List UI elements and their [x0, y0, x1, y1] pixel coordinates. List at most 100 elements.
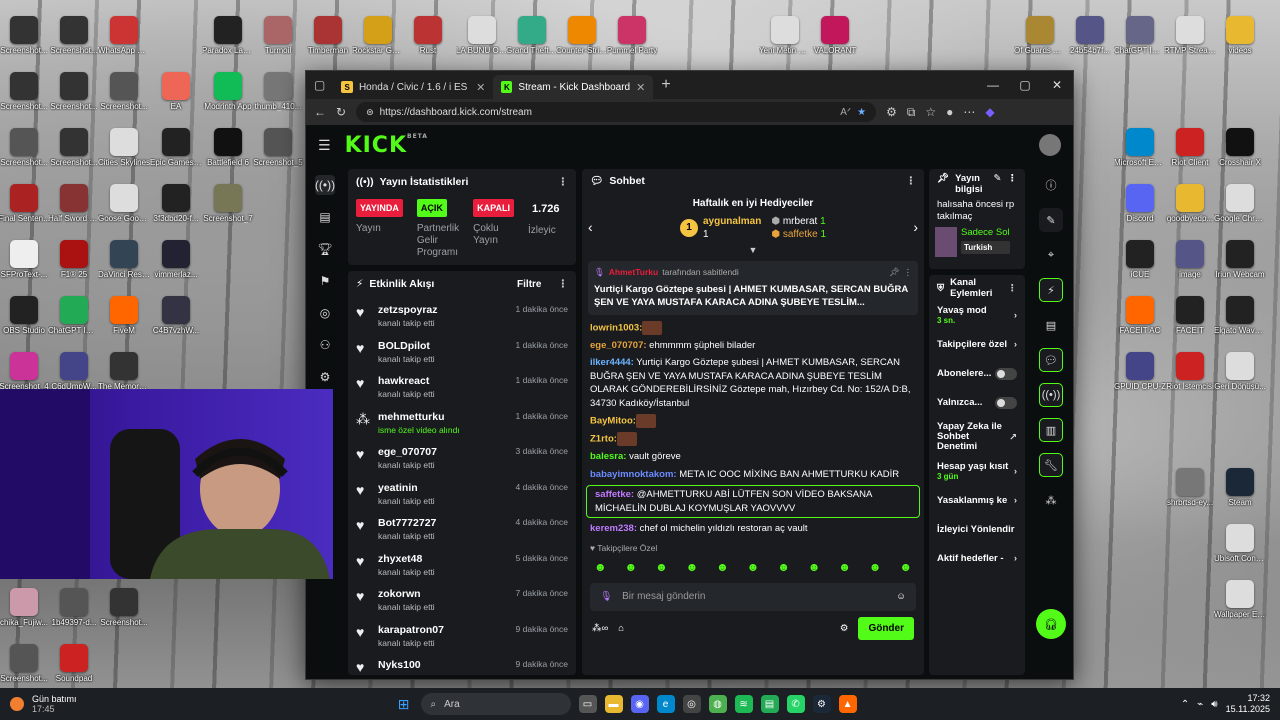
desktop-icon[interactable]: LA BUNU OKU — [456, 16, 508, 55]
desktop-icon[interactable]: Screenshot... — [48, 128, 100, 167]
copilot-icon[interactable]: ◆ — [985, 105, 994, 119]
desktop-icon[interactable]: RTMP Stream Server — [1164, 16, 1216, 55]
channel-actions-menu-icon[interactable]: ⋮ — [1008, 283, 1018, 294]
desktop-icon[interactable]: WhatsApp Görsel 2025... — [98, 16, 150, 55]
channel-action[interactable]: Abonelere... — [929, 359, 1025, 388]
chat-input[interactable]: 🎙︎ Bir mesaj gönderin ☺ — [590, 582, 916, 611]
chat-username[interactable]: kerem238: — [590, 523, 637, 534]
channel-action[interactable]: Yavaş mod 3 sn. › — [929, 301, 1025, 330]
chat-username[interactable]: ilker4444: — [590, 357, 634, 368]
desktop-icon[interactable]: Battlefield 6 — [202, 128, 254, 167]
activity-item[interactable]: ♥ ege_070707 kanalı takip etti 3 dakika önc… — [356, 441, 568, 477]
activity-item[interactable]: ♥ karapatron07 kanalı takip etti 9 dakika ö… — [356, 619, 568, 655]
notes-icon[interactable]: ▤ — [1039, 313, 1063, 337]
channel-action[interactable]: Yasaklanmış ke › — [929, 486, 1025, 515]
desktop-icon[interactable]: 3f3dbd20-f... — [150, 184, 202, 223]
desktop-icon[interactable]: SFProText-... — [0, 240, 50, 279]
split-screen-icon[interactable]: ⧉ — [907, 105, 916, 120]
desktop-icon[interactable]: Microsoft Edge — [1114, 128, 1166, 167]
channel-action[interactable]: Hesap yaşı kısıt 3 gün › — [929, 457, 1025, 486]
desktop-icon[interactable]: chika_Fujiw... — [0, 588, 50, 627]
minimize-icon[interactable]: — — [977, 78, 1009, 92]
favorite-star-icon[interactable]: ★ — [857, 107, 866, 118]
desktop-icon[interactable]: Screenshot... — [98, 588, 150, 627]
desktop-icon[interactable]: FACEIT AC — [1114, 296, 1166, 335]
chat-username[interactable]: ege_070707: — [590, 340, 647, 351]
chat-username[interactable]: Z1rto: — [590, 434, 617, 445]
user-avatar[interactable] — [1039, 134, 1061, 156]
desktop-icon[interactable]: image — [1164, 240, 1216, 279]
network-icon[interactable]: ⌁ — [1197, 699, 1203, 710]
broadcast-tool-icon[interactable]: ((•)) — [1039, 383, 1063, 407]
desktop-icon[interactable]: Discord — [1114, 184, 1166, 223]
next-gifters-icon[interactable]: › — [913, 221, 918, 235]
info-icon[interactable]: ⓘ — [1039, 173, 1063, 197]
emote-icon[interactable]: ☻ — [777, 561, 790, 575]
channel-action[interactable]: İzleyici Yönlendir — [929, 515, 1025, 544]
chat-menu-icon[interactable]: ⋮ — [906, 175, 917, 189]
activity-item[interactable]: ♥ BOLDpilot kanalı takip etti 1 dakika önce — [356, 335, 568, 371]
desktop-icon[interactable]: goodbyedp... — [1164, 184, 1216, 223]
emote-icon[interactable]: ☻ — [808, 561, 821, 575]
desktop-icon[interactable]: Geri Dönüşü... — [1214, 352, 1266, 391]
activity-item[interactable]: ♥ yeatinin kanalı takip etti 4 dakika önce — [356, 477, 568, 513]
desktop-icon[interactable]: Epic Games Launcher — [150, 128, 202, 167]
pin-icon[interactable]: 📌︎ — [889, 266, 900, 280]
activity-item[interactable]: ♥ zokorwn kanalı takip etti 7 dakika önce — [356, 583, 568, 619]
scan-icon[interactable]: ⌖ — [1039, 243, 1063, 267]
stats-menu-icon[interactable]: ⋮ — [558, 176, 569, 188]
desktop-icon[interactable]: ChatGPT Image 15 E... — [48, 296, 100, 335]
desktop-icon[interactable]: Soundpad — [48, 644, 100, 683]
desktop-icon[interactable]: shrbrtsd-ey... — [1164, 468, 1216, 507]
desktop-icon[interactable]: The Memory Thieves — [98, 352, 150, 391]
desktop-icon[interactable]: Crosshair X — [1214, 128, 1266, 167]
media-tool-icon[interactable]: ▥ — [1039, 418, 1063, 442]
favorites-icon[interactable]: ☆ — [925, 105, 936, 119]
category-name[interactable]: Sadece Sol — [961, 227, 1010, 238]
tab-kick-dashboard[interactable]: K Stream - Kick Dashboard ✕ — [493, 75, 654, 99]
whatsapp-taskbar-icon[interactable]: ✆ — [786, 695, 805, 713]
weather-icon[interactable] — [10, 697, 24, 711]
discord-taskbar-icon[interactable]: ◉ — [630, 695, 649, 713]
desktop-icon[interactable]: Iriun Webcam — [1214, 240, 1266, 279]
emote-icon[interactable]: ☻ — [716, 561, 729, 575]
desktop-icon[interactable]: Screenshot... — [98, 72, 150, 111]
desktop-icon[interactable]: Screenshot... — [0, 644, 50, 683]
desktop-icon[interactable]: Screenshot... — [48, 72, 100, 111]
desktop-icon[interactable]: iCUE — [1114, 240, 1166, 279]
desktop-icon[interactable]: DaVinci Resolve — [98, 240, 150, 279]
refresh-icon[interactable]: ↻ — [336, 105, 346, 119]
settings-nav-icon[interactable]: ⚙ — [315, 367, 335, 387]
emote-icon[interactable]: ☻ — [625, 561, 638, 575]
send-button[interactable]: Gönder — [858, 616, 914, 641]
desktop-icon[interactable]: 24b54b7f... — [1064, 16, 1116, 55]
desktop-icon[interactable]: Screenshot... — [48, 16, 100, 55]
desktop-icon[interactable]: C4B7vzhW... — [150, 296, 202, 335]
emote-icon[interactable]: ☻ — [838, 561, 851, 575]
back-icon[interactable]: ← — [314, 105, 326, 119]
file-explorer-icon[interactable]: ▬ — [604, 695, 623, 713]
profile-icon[interactable]: ● — [946, 105, 953, 119]
desktop-icon[interactable]: Screenshot... — [0, 16, 50, 55]
steam-taskbar-icon[interactable]: ⚙ — [812, 695, 831, 713]
site-info-icon[interactable]: ⊜ — [366, 107, 374, 118]
emote-icon[interactable]: ☻ — [869, 561, 882, 575]
desktop-icon[interactable]: Pummel Party — [606, 16, 658, 55]
desktop-icon[interactable]: ChatGPT Image 16 E... — [1114, 16, 1166, 55]
desktop-icon[interactable]: Cities Skylines — [98, 128, 150, 167]
desktop-icon[interactable]: Steam — [1214, 468, 1266, 507]
community-nav-icon[interactable]: ⚑ — [315, 271, 335, 291]
desktop-icon[interactable]: Modrinth App — [202, 72, 254, 111]
channel-action[interactable]: Aktif hedefler - › — [929, 544, 1025, 573]
activity-menu-icon[interactable]: ⋮ — [558, 278, 569, 290]
users-nav-icon[interactable]: ⚇ — [315, 335, 335, 355]
analytics-nav-icon[interactable]: ▤ — [315, 207, 335, 227]
desktop-icon[interactable]: Screenshot_5 — [252, 128, 304, 167]
trophy-nav-icon[interactable]: 🏆︎ — [315, 239, 335, 259]
tab-honda[interactable]: S Honda / Civic / 1.6 / i ES / Kup10 ✕ — [333, 75, 493, 99]
desktop-icon[interactable]: vimmerlaz... — [150, 240, 202, 279]
collapse-gifters-icon[interactable]: ▼ — [582, 244, 924, 258]
desktop-icon[interactable]: Final Senten... — [0, 184, 50, 223]
support-headset-icon[interactable]: 🎧︎ — [1036, 609, 1066, 639]
desktop-icon[interactable]: FiveM — [98, 296, 150, 335]
